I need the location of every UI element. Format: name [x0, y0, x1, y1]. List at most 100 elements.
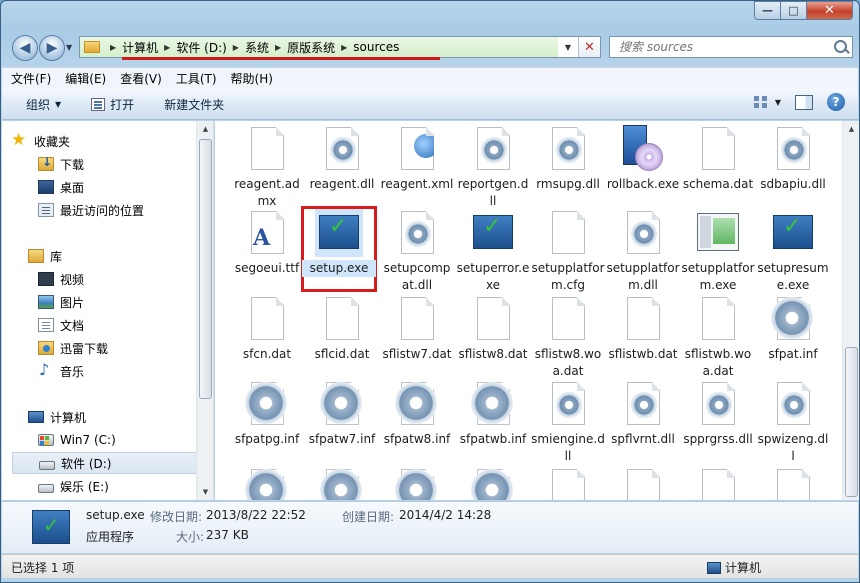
menu-view[interactable]: 查看(V)	[120, 70, 162, 87]
file-item[interactable]: setupcompat.dll	[379, 209, 455, 295]
scrollbar-thumb[interactable]	[199, 139, 212, 399]
file-item[interactable]	[379, 467, 455, 500]
file-item[interactable]: rmsupg.dll	[530, 125, 606, 211]
stop-icon[interactable]: ✕	[578, 37, 600, 57]
close-button[interactable]: ✕	[807, 1, 853, 20]
scroll-down-icon[interactable]: ▼	[197, 484, 213, 500]
file-item[interactable]	[605, 467, 681, 500]
file-item[interactable]	[304, 467, 380, 500]
menu-file[interactable]: 文件(F)	[11, 70, 51, 87]
file-item[interactable]	[755, 467, 831, 500]
file-item[interactable]: sfpatw8.inf	[379, 380, 455, 466]
file-item[interactable]: sflistwb.dat	[605, 295, 681, 381]
file-item[interactable]	[229, 467, 305, 500]
breadcrumb-separator-icon[interactable]: ▶	[233, 43, 239, 52]
breadcrumb-separator-icon[interactable]: ▶	[275, 43, 281, 52]
breadcrumb-drive-d[interactable]: 软件 (D:)	[176, 39, 226, 56]
open-button[interactable]: 打开	[82, 92, 143, 116]
file-item[interactable]: reagent.admx	[229, 125, 305, 211]
breadcrumb-original-system[interactable]: 原版系统	[287, 39, 335, 56]
file-item[interactable]: spflvrnt.dll	[605, 380, 681, 466]
new-folder-button[interactable]: 新建文件夹	[155, 92, 233, 116]
file-name: sflistw8.dat	[458, 347, 528, 361]
file-item[interactable]: reagent.dll	[304, 125, 380, 211]
address-dropdown-icon[interactable]: ▼	[558, 43, 578, 52]
nav-downloads[interactable]: 下载	[38, 153, 213, 175]
file-item[interactable]: spprgrss.dll	[680, 380, 756, 466]
content-scrollbar[interactable]: ▲	[842, 121, 859, 500]
nav-desktop[interactable]: 桌面	[38, 176, 213, 198]
preview-pane-icon[interactable]	[795, 94, 813, 110]
change-view-icon[interactable]	[753, 95, 769, 109]
nav-music[interactable]: 音乐	[38, 360, 213, 382]
nav-favorites[interactable]: 收藏夹	[11, 130, 212, 152]
file-item[interactable]: sfcn.dat	[229, 295, 305, 381]
scroll-up-icon[interactable]: ▲	[197, 121, 213, 137]
nav-drive-d[interactable]: 软件 (D:)	[12, 452, 198, 474]
file-item[interactable]: smiengine.dll	[530, 380, 606, 466]
breadcrumb-separator-icon[interactable]: ▶	[164, 43, 170, 52]
nav-drive-c[interactable]: Win7 (C:)	[38, 429, 213, 451]
organize-button[interactable]: 组织 ▼	[17, 92, 70, 116]
nav-scrollbar[interactable]: ▲ ▼	[196, 121, 213, 500]
help-icon[interactable]: ?	[827, 93, 845, 111]
nav-computer[interactable]: 计算机	[28, 406, 213, 428]
forward-button[interactable]: ▶	[39, 35, 65, 61]
menu-tools[interactable]: 工具(T)	[176, 70, 217, 87]
view-options-chevron-icon[interactable]: ▼	[775, 98, 781, 107]
menu-edit[interactable]: 编辑(E)	[65, 70, 106, 87]
breadcrumb-system[interactable]: 系统	[245, 39, 269, 56]
nav-documents[interactable]: 文档	[38, 314, 213, 336]
scrollbar-thumb[interactable]	[845, 347, 858, 497]
file-item[interactable]	[680, 467, 756, 500]
file-item[interactable]: sflistwb.woa.dat	[680, 295, 756, 381]
file-item[interactable]: setupplatform.exe	[680, 209, 756, 295]
nav-videos[interactable]: 视频	[38, 268, 213, 290]
file-item[interactable]: ✓ setuperror.exe	[455, 209, 531, 295]
search-input[interactable]	[619, 40, 830, 54]
breadcrumb-separator-icon[interactable]: ▶	[110, 43, 116, 52]
setup-exe-icon: ✓	[315, 209, 363, 257]
file-item[interactable]: sfpatpg.inf	[229, 380, 305, 466]
file-item[interactable]: rollback.exe	[605, 125, 681, 211]
nav-recent-places[interactable]: 最近访问的位置	[38, 199, 213, 221]
menu-help[interactable]: 帮助(H)	[231, 70, 273, 87]
scroll-up-icon[interactable]: ▲	[843, 121, 859, 137]
file-item[interactable]: sdbapiu.dll	[755, 125, 831, 211]
file-item[interactable]: sflistw8.woa.dat	[530, 295, 606, 381]
gear-page-icon	[769, 380, 817, 428]
file-item[interactable]: setupplatform.dll	[605, 209, 681, 295]
file-item[interactable]: ✓ setupresume.exe	[755, 209, 831, 295]
recent-pages-chevron-icon[interactable]: ▼	[66, 43, 72, 52]
breadcrumb-sources[interactable]: sources	[353, 40, 399, 54]
file-item[interactable]: sfpatwb.inf	[455, 380, 531, 466]
nav-pictures[interactable]: 图片	[38, 291, 213, 313]
file-item[interactable]: sflistw8.dat	[455, 295, 531, 381]
nav-libraries[interactable]: 库	[28, 245, 213, 267]
search-icon[interactable]	[830, 37, 852, 57]
file-item[interactable]: setupplatform.cfg	[530, 209, 606, 295]
nav-thunder-downloads[interactable]: 迅雷下载	[38, 337, 213, 359]
file-item[interactable]: sfpat.inf	[755, 295, 831, 381]
file-item[interactable]: schema.dat	[680, 125, 756, 211]
file-name: sfpatwb.inf	[459, 432, 527, 446]
file-item[interactable]	[530, 467, 606, 500]
file-item[interactable]: reagent.xml	[379, 125, 455, 211]
minimize-button[interactable]: —	[754, 1, 781, 20]
back-button[interactable]: ◀	[12, 35, 38, 61]
maximize-button[interactable]: □	[781, 1, 807, 20]
search-box[interactable]	[609, 36, 853, 58]
file-item[interactable]: reportgen.dll	[455, 125, 531, 211]
file-item[interactable]: Asegoeui.ttf	[229, 209, 305, 295]
file-name: spprgrss.dll	[683, 432, 753, 446]
nav-drive-e[interactable]: 娱乐 (E:)	[38, 475, 213, 497]
file-item[interactable]: sflistw7.dat	[379, 295, 455, 381]
breadcrumb-computer[interactable]: 计算机	[122, 39, 158, 56]
address-bar[interactable]: ▶ 计算机 ▶ 软件 (D:) ▶ 系统 ▶ 原版系统 ▶ sources ▼ …	[79, 36, 601, 60]
file-item[interactable]: sfpatw7.inf	[304, 380, 380, 466]
breadcrumb-separator-icon[interactable]: ▶	[341, 43, 347, 52]
file-item[interactable]: spwizeng.dll	[755, 380, 831, 466]
file-item[interactable]: sflcid.dat	[304, 295, 380, 381]
file-item[interactable]	[455, 467, 531, 500]
file-item[interactable]: ✓ setup.exe	[301, 206, 377, 292]
